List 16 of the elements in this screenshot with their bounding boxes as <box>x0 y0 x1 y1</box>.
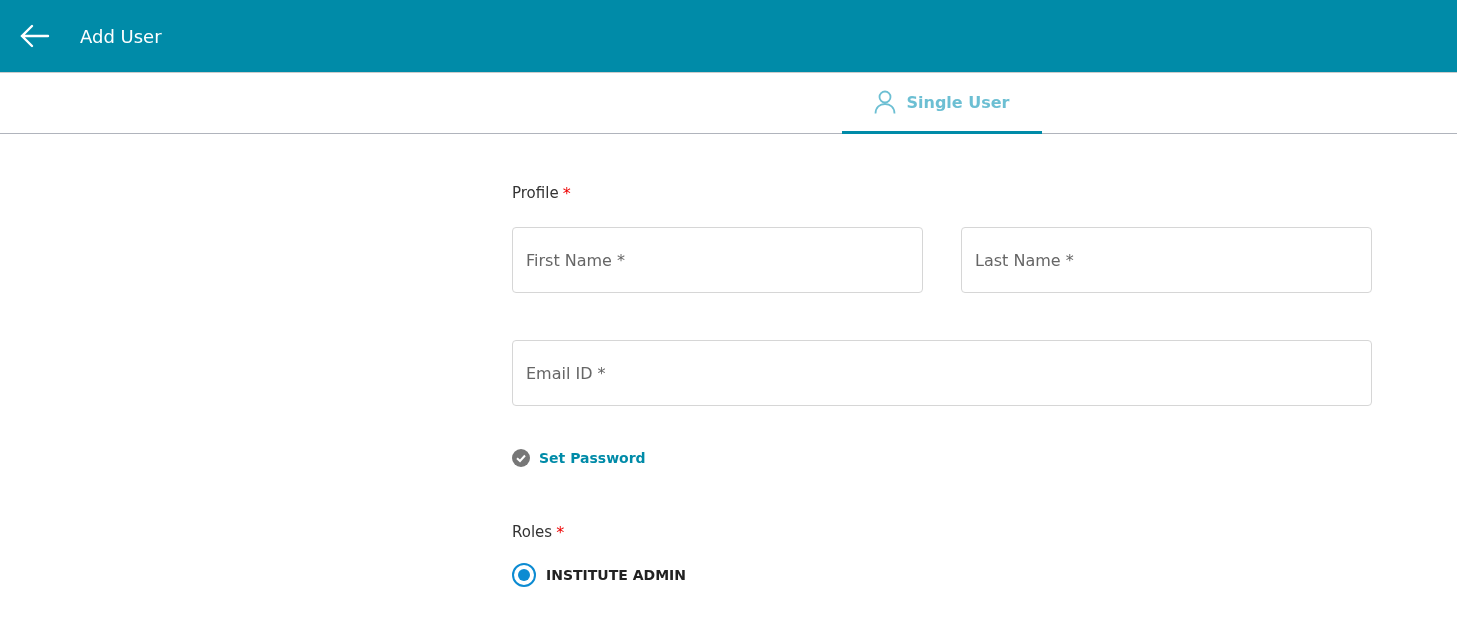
role-option-label: INSTITUTE ADMIN <box>546 567 686 583</box>
back-arrow-icon <box>20 24 50 48</box>
tab[interactable]: Single User <box>842 73 1042 134</box>
back-button[interactable] <box>20 24 50 48</box>
last-name-field[interactable]: Last Name * <box>961 227 1372 293</box>
first-name-field[interactable]: First Name * <box>512 227 923 293</box>
page-title: Add User <box>80 25 162 47</box>
radio-button[interactable] <box>512 563 536 587</box>
email-field[interactable]: Email ID * <box>512 340 1372 406</box>
roles-label: Roles <box>512 523 553 542</box>
user-icon <box>874 90 897 114</box>
set-password-link[interactable]: Set Password <box>539 450 646 466</box>
profile-label: Profile <box>512 184 559 203</box>
required-mark: * <box>562 184 571 203</box>
check-circle-icon <box>512 449 530 467</box>
required-mark: * <box>556 523 565 542</box>
